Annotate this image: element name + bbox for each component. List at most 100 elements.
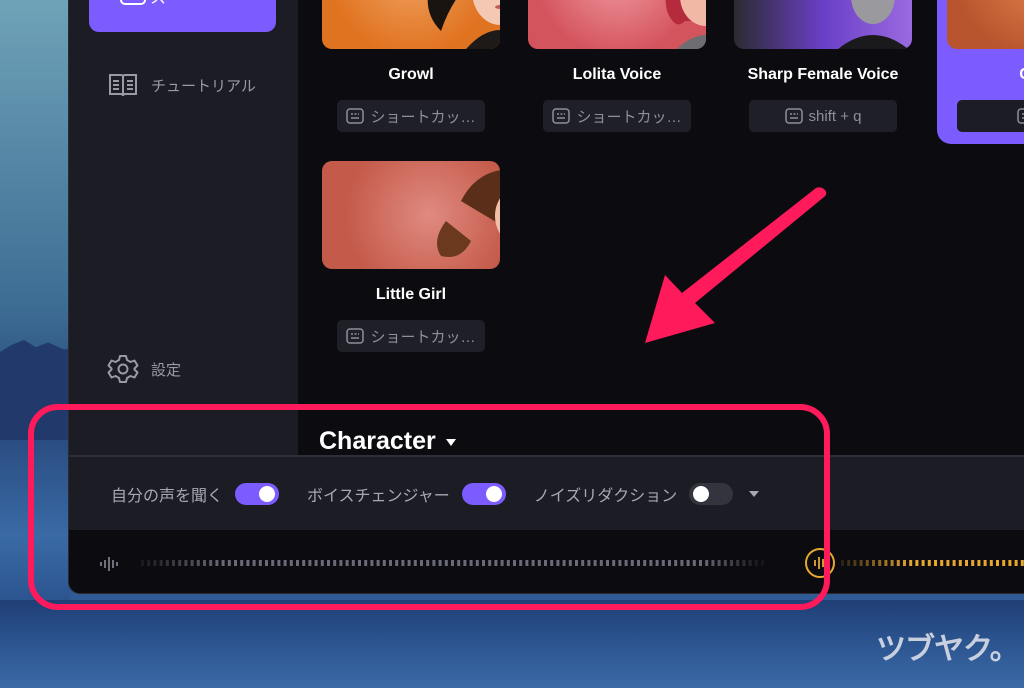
category-dropdown[interactable]: Character xyxy=(319,427,456,456)
level-meter-dot xyxy=(587,560,591,566)
sidebar-item-label: 設定 xyxy=(151,361,182,379)
level-meter-dot xyxy=(649,560,653,566)
level-meter-dot xyxy=(159,560,163,566)
level-meter-dot xyxy=(426,560,430,566)
shortcut-label: shift + q xyxy=(808,107,862,125)
sidebar-item-tutorial[interactable]: チュートリアル xyxy=(107,69,256,101)
level-meter-dot xyxy=(215,560,219,566)
level-meter-dot xyxy=(265,560,268,566)
level-meter-dot xyxy=(661,560,665,566)
level-meter-dot xyxy=(413,560,417,566)
level-meter-dot xyxy=(525,560,529,566)
control-label: 自分の声を聞く xyxy=(111,487,224,505)
level-meter-dot xyxy=(488,560,492,566)
output-monitor-button[interactable] xyxy=(805,548,835,578)
level-meter-dot xyxy=(705,560,709,566)
level-meter-dot xyxy=(351,560,355,566)
shortcut-button[interactable]: ショートカッ… xyxy=(337,100,485,132)
level-meter-dot xyxy=(494,560,498,566)
level-meter-dot xyxy=(401,560,405,566)
level-meter-dot xyxy=(946,560,950,566)
level-meter-dot xyxy=(432,560,436,566)
level-meter-dot xyxy=(1008,560,1012,566)
sidebar: ス チュートリアル 設定 xyxy=(69,0,298,455)
level-meter-dot xyxy=(196,560,200,566)
shortcut-button[interactable]: ショートカッ… xyxy=(543,100,691,132)
level-meter-dot xyxy=(624,560,628,566)
level-meter-dot xyxy=(903,560,906,566)
level-meter-dot xyxy=(184,560,188,566)
level-meter-dot xyxy=(618,560,622,566)
level-meter-dot xyxy=(444,560,448,566)
level-meter-dot xyxy=(519,560,523,566)
level-meter-dot xyxy=(575,560,578,566)
level-meter-dot xyxy=(172,560,175,566)
control-label: ノイズリダクション xyxy=(533,487,678,505)
level-meter-dot xyxy=(915,560,919,566)
voice-thumbnail xyxy=(322,161,500,269)
voice-thumbnail xyxy=(322,0,500,49)
voice-thumbnail xyxy=(528,0,706,49)
shortcut-button[interactable]: sh xyxy=(957,100,1024,132)
level-meter-dot xyxy=(296,560,299,566)
level-meter-dot xyxy=(451,560,454,566)
level-meter-dot xyxy=(370,560,374,566)
level-meter-dot xyxy=(680,560,684,566)
sidebar-item-active[interactable]: ス xyxy=(89,0,276,32)
level-meter-dot xyxy=(841,560,844,566)
level-meter-dot xyxy=(438,560,442,566)
level-meter-dot xyxy=(339,560,343,566)
level-meter-dot xyxy=(921,560,925,566)
level-meter-dot xyxy=(599,560,603,566)
shortcut-button[interactable]: ショートカッ… xyxy=(337,320,485,352)
level-meter-dot xyxy=(630,560,634,566)
voice-card-growl[interactable]: Growl ショートカッ… xyxy=(322,0,500,132)
voice-box-icon xyxy=(120,0,146,5)
input-waveform-icon xyxy=(100,557,118,571)
voice-card-lolita[interactable]: Lolita Voice ショートカッ… xyxy=(528,0,706,132)
keyboard-icon xyxy=(784,108,803,124)
level-meter-dot xyxy=(308,560,312,566)
level-meter-dot xyxy=(971,560,975,566)
shortcut-button[interactable]: shift + q xyxy=(749,100,897,132)
level-meter-dot xyxy=(742,560,746,566)
level-meter-dot xyxy=(482,560,485,566)
noise-reduction-options-caret-icon[interactable] xyxy=(749,490,760,497)
level-meter-dot xyxy=(345,560,349,566)
level-meter-dot xyxy=(190,560,194,566)
level-meter-dot xyxy=(692,560,696,566)
level-meter-dot xyxy=(320,560,324,566)
level-meter-dot xyxy=(674,560,678,566)
monitor-own-voice-toggle[interactable] xyxy=(235,482,280,505)
control-label: ボイスチェンジャー xyxy=(307,487,450,505)
caret-down-icon xyxy=(445,439,456,446)
level-meter-dot xyxy=(1002,560,1006,566)
output-waveform-icon xyxy=(814,557,824,569)
voice-card-little-girl[interactable]: Little Girl ショートカッ… xyxy=(322,161,500,352)
voice-name: Growl xyxy=(388,66,434,83)
level-meter-dot xyxy=(934,560,937,566)
book-icon xyxy=(109,74,137,97)
level-meter-dot xyxy=(952,560,956,566)
level-meter-dot xyxy=(407,560,411,566)
level-meter-dot xyxy=(699,560,702,566)
level-meter-dot xyxy=(463,560,467,566)
voice-name: Little Girl xyxy=(375,286,447,303)
voice-card-cute-selected[interactable]: Cute sh xyxy=(937,0,1024,144)
voice-changer-control: ボイスチェンジャー xyxy=(307,482,506,506)
voice-card-sharp-female[interactable]: Sharp Female Voice shift + q xyxy=(734,0,912,132)
voice-changer-toggle[interactable] xyxy=(461,482,506,505)
level-meter-dot xyxy=(364,560,368,566)
level-meter-dot xyxy=(556,560,560,566)
level-meter-dot xyxy=(872,560,875,566)
sidebar-item-settings[interactable]: 設定 xyxy=(107,353,181,385)
level-meter-dot xyxy=(544,560,547,566)
level-meter-dot xyxy=(227,560,231,566)
level-meter-dot xyxy=(302,560,306,566)
level-meter-dot xyxy=(958,560,962,566)
sidebar-item-label: チュートリアル xyxy=(151,77,256,95)
level-meter-dot xyxy=(890,560,894,566)
noise-reduction-toggle[interactable] xyxy=(689,482,734,505)
level-meter-dot xyxy=(940,560,944,566)
level-meter-dot xyxy=(234,560,237,566)
